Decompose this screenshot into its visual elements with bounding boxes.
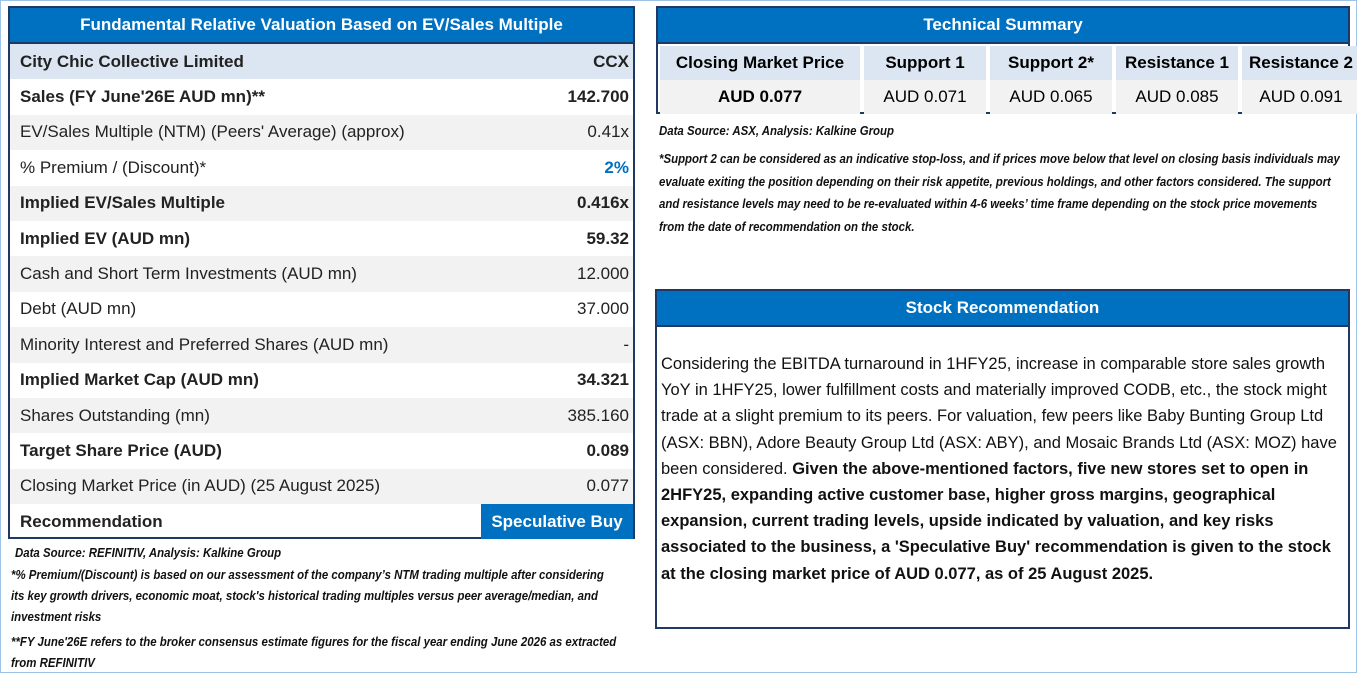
row-label: Implied EV/Sales Multiple: [20, 193, 225, 213]
row-value: 142.700: [567, 87, 629, 107]
row-value: 37.000: [577, 299, 629, 319]
row-value: 59.32: [586, 228, 629, 248]
valuation-row: Debt (AUD mn) 37.000: [10, 292, 633, 327]
row-value: 385.160: [567, 405, 629, 425]
valuation-row: Implied EV (AUD mn) 59.32: [10, 221, 633, 256]
row-label: Sales (FY June'26E AUD mn)**: [20, 87, 265, 107]
tech-header: Support 2*: [990, 46, 1112, 80]
technical-summary: Technical Summary Closing Market Price Su…: [656, 6, 1357, 114]
row-label: Implied Market Cap (AUD mn): [20, 370, 259, 390]
row-label: Shares Outstanding (mn): [20, 405, 210, 425]
sales-footnote: **FY June'26E refers to the broker conse…: [11, 634, 617, 670]
row-label: Target Share Price (AUD): [20, 440, 222, 460]
row-value: -: [623, 334, 629, 354]
valuation-row: Implied Market Cap (AUD mn) 34.321: [10, 363, 633, 398]
row-value: 12.000: [577, 264, 629, 284]
row-value: 2%: [604, 157, 629, 177]
technical-source: Data Source: ASX, Analysis: Kalkine Grou…: [659, 123, 895, 138]
tech-value: AUD 0.065: [990, 80, 1112, 114]
valuation-title: Fundamental Relative Valuation Based on …: [10, 8, 633, 44]
premium-footnote: *% Premium/(Discount) is based on our as…: [11, 567, 604, 624]
valuation-table: Fundamental Relative Valuation Based on …: [8, 6, 635, 540]
company-row: City Chic Collective Limited CCX: [10, 44, 633, 80]
valuation-row: Recommendation Speculative Buy: [10, 504, 633, 540]
valuation-row: Target Share Price (AUD) 0.089: [10, 433, 633, 468]
row-label: Implied EV (AUD mn): [20, 228, 191, 248]
tech-value: AUD 0.091: [1242, 80, 1357, 114]
tech-header: Resistance 2: [1242, 46, 1357, 80]
technical-footnote: *Support 2 can be considered as an indic…: [659, 151, 1340, 234]
valuation-row: Shares Outstanding (mn) 385.160: [10, 397, 633, 434]
valuation-row: EV/Sales Multiple (NTM) (Peers' Average)…: [10, 114, 633, 151]
tech-value: AUD 0.085: [1116, 80, 1238, 114]
row-label: Recommendation: [20, 511, 163, 531]
valuation-row: Minority Interest and Preferred Shares (…: [10, 327, 633, 363]
stock-recommendation: Stock Recommendation Considering the EBI…: [655, 289, 1350, 629]
valuation-row: Closing Market Price (in AUD) (25 August…: [10, 468, 633, 505]
company-name: City Chic Collective Limited: [20, 51, 244, 71]
row-value: 0.077: [586, 476, 629, 496]
row-value: 0.089: [586, 440, 629, 460]
valuation-source: Data Source: REFINITIV, Analysis: Kalkin…: [15, 545, 282, 560]
recommendation-badge: Speculative Buy: [481, 504, 633, 540]
valuation-row: Sales (FY June'26E AUD mn)** 142.700: [10, 79, 633, 114]
row-label: Debt (AUD mn): [20, 299, 137, 319]
row-value: 34.321: [577, 370, 629, 390]
recommendation-text: Considering the EBITDA turnaround in 1HF…: [661, 351, 1340, 587]
valuation-row: % Premium / (Discount)* 2%: [10, 150, 633, 185]
valuation-row: Implied EV/Sales Multiple 0.416x: [10, 185, 633, 221]
recommendation-conclusion: Given the above-mentioned factors, five …: [661, 459, 1331, 583]
row-value: 0.416x: [577, 193, 629, 213]
tech-value: AUD 0.071: [864, 80, 986, 114]
tech-header: Closing Market Price: [660, 46, 860, 80]
tech-value: AUD 0.077: [660, 80, 860, 114]
row-value: 0.41x: [587, 122, 629, 142]
tech-header: Resistance 1: [1116, 46, 1238, 80]
recommendation-title: Stock Recommendation: [657, 291, 1348, 327]
row-label: Cash and Short Term Investments (AUD mn): [20, 264, 357, 284]
tech-header: Support 1: [864, 46, 986, 80]
row-label: EV/Sales Multiple (NTM) (Peers' Average)…: [20, 122, 405, 142]
row-label: Minority Interest and Preferred Shares (…: [20, 334, 389, 354]
technical-title: Technical Summary: [658, 8, 1348, 44]
row-label: Closing Market Price (in AUD) (25 August…: [20, 476, 380, 496]
row-label: % Premium / (Discount)*: [20, 157, 207, 177]
ticker: CCX: [593, 51, 629, 71]
valuation-row: Cash and Short Term Investments (AUD mn)…: [10, 256, 633, 292]
